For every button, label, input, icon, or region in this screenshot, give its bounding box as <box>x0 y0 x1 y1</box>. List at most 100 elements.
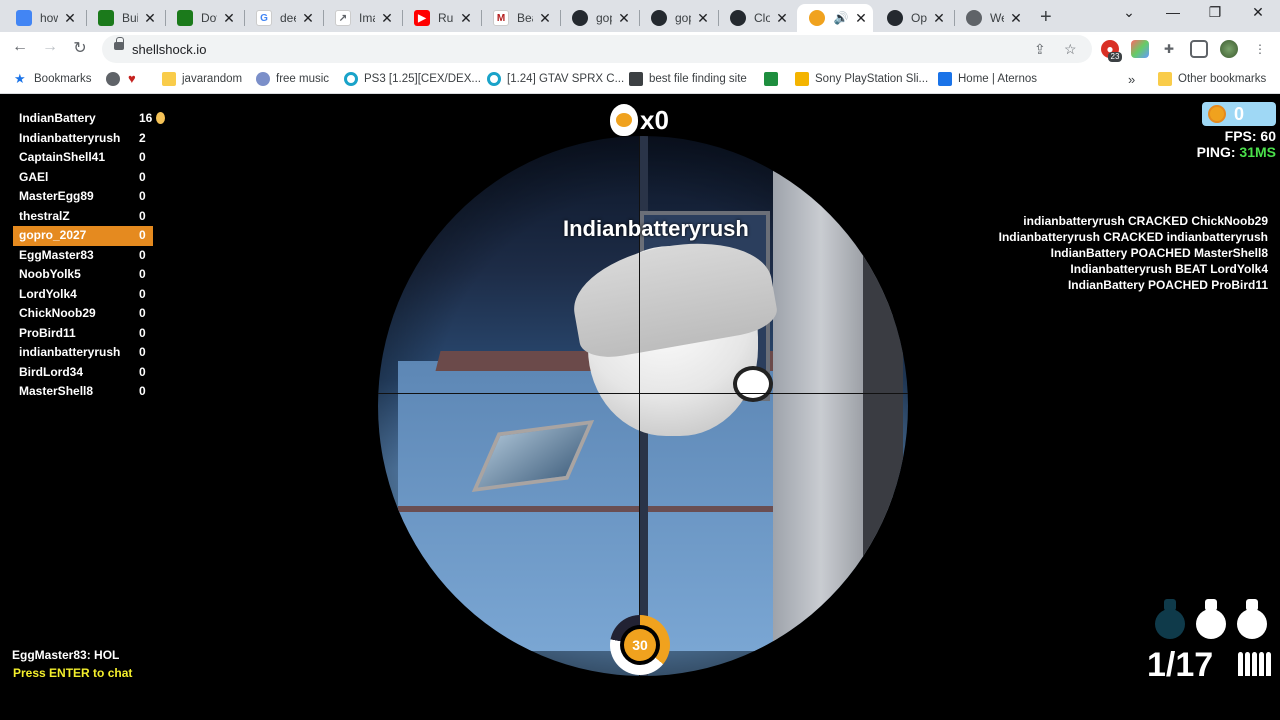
color-picker-extension-icon[interactable] <box>1131 40 1149 58</box>
bookmark-label: best file finding site <box>649 73 747 85</box>
close-tab-icon[interactable]: ✕ <box>931 10 947 27</box>
github-icon <box>887 10 903 26</box>
player-score: 0 <box>139 384 146 398</box>
close-tab-icon[interactable]: ✕ <box>855 10 867 27</box>
grenade-body <box>1155 609 1185 639</box>
browser-tab[interactable]: gop ✕ <box>639 4 717 32</box>
browser-tab-active[interactable]: 🔊 ✕ <box>797 4 873 32</box>
tab-favicon-icon <box>177 10 193 26</box>
tab-title: gop <box>675 11 691 25</box>
puzzle-extensions-icon[interactable]: ✚ <box>1160 40 1178 58</box>
close-tab-icon[interactable]: ✕ <box>142 10 158 27</box>
bookmark-ps3[interactable]: PS3 [1.25][CEX/DEX... <box>344 72 481 86</box>
close-tab-icon[interactable]: ✕ <box>379 10 395 27</box>
bookmark-folder-javarandom[interactable]: javarandom <box>162 72 242 86</box>
shopping-bag-icon <box>795 72 809 86</box>
github-icon <box>572 10 588 26</box>
bookmark-green[interactable] <box>764 72 784 86</box>
youtube-icon: ▶ <box>414 10 430 26</box>
back-arrow-icon[interactable]: ← <box>8 38 32 56</box>
ping-value: 31MS <box>1239 144 1276 160</box>
c-logo-icon <box>487 72 501 86</box>
leaderboard-row: thestralZ 0 <box>13 207 173 227</box>
player-name: ChickNoob29 <box>19 306 96 320</box>
leaderboard-row: MasterShell8 0 <box>13 382 173 402</box>
browser-tab[interactable]: ↗ Ima ✕ <box>323 4 401 32</box>
kill-feed-entry: indianbatteryrush CRACKED ChickNoob29 <box>1023 214 1268 228</box>
forward-arrow-icon[interactable]: → <box>38 38 62 56</box>
player-name: IndianBattery <box>19 111 96 125</box>
crosshair-horizontal <box>378 393 908 394</box>
bookmark-gtav[interactable]: [1.24] GTAV SPRX C... <box>487 72 624 86</box>
player-name: MasterEgg89 <box>19 189 94 203</box>
bookmark-star-icon[interactable]: ☆ <box>1064 41 1077 58</box>
restore-button[interactable]: ❐ <box>1200 4 1230 21</box>
leaderboard-row: indianbatteryrush 0 <box>13 343 173 363</box>
close-tab-icon[interactable]: ✕ <box>221 10 237 27</box>
side-panel-icon[interactable] <box>1190 40 1208 58</box>
player-name: EggMaster83 <box>19 247 94 262</box>
bookmark-aternos[interactable]: Home | Aternos <box>938 72 1037 86</box>
browser-tab[interactable]: Buil ✕ <box>86 4 164 32</box>
bookmarks-menu[interactable]: ★ Bookmarks <box>14 72 92 86</box>
minimize-button[interactable]: — <box>1158 4 1188 20</box>
tab-search-chevron-icon[interactable]: ⌄ <box>1114 4 1144 21</box>
leaderboard-row: LordYolk4 0 <box>13 285 173 305</box>
player-name: GAEl <box>19 169 49 184</box>
bookmark-globe[interactable] <box>106 72 126 86</box>
audio-playing-icon[interactable]: 🔊 <box>833 10 849 26</box>
address-bar[interactable]: shellshock.io ⇪ ☆ <box>102 35 1092 63</box>
close-tab-icon[interactable]: ✕ <box>62 10 78 27</box>
lock-icon[interactable] <box>114 37 124 50</box>
bookmark-other[interactable]: Other bookmarks <box>1158 72 1266 86</box>
close-window-button[interactable]: ✕ <box>1243 4 1273 21</box>
browser-tab[interactable]: Clo ✕ <box>718 4 796 32</box>
grenade-body <box>1237 609 1267 639</box>
grenade-empty-icon <box>1155 599 1185 639</box>
game-canvas[interactable]: Indianbatteryrush IndianBattery 16 India… <box>0 96 1280 720</box>
bookmark-label: Other bookmarks <box>1178 73 1267 85</box>
leaderboard-row: NoobYolk5 0 <box>13 265 173 285</box>
close-tab-icon[interactable]: ✕ <box>537 10 553 27</box>
browser-tab[interactable]: G dee ✕ <box>244 4 322 32</box>
tab-title: Run <box>438 11 454 25</box>
reload-icon[interactable]: ↻ <box>68 38 92 58</box>
bookmark-free-music[interactable]: free music <box>256 72 329 86</box>
close-tab-icon[interactable]: ✕ <box>695 10 711 27</box>
ping-label: PING: <box>1196 144 1236 160</box>
url-text[interactable]: shellshock.io <box>132 42 206 57</box>
bookmark-label: javarandom <box>182 73 243 85</box>
menu-kebab-icon[interactable]: ⋮ <box>1251 40 1269 58</box>
bookmark-heart[interactable]: ♥ <box>128 72 148 86</box>
player-name: gopro_2027 <box>19 228 87 242</box>
bookmark-sony[interactable]: Sony PlayStation Sli... <box>795 72 928 86</box>
extension-badge: 23 <box>1108 52 1122 62</box>
chat-hint: Press ENTER to chat <box>13 666 133 680</box>
browser-tab[interactable]: Op ✕ <box>875 4 953 32</box>
browser-tab[interactable]: gop ✕ <box>560 4 638 32</box>
bookmark-label: [1.24] GTAV SPRX C... <box>507 73 625 85</box>
tab-title: dee <box>280 11 296 25</box>
coin-counter[interactable]: 0 <box>1202 102 1276 126</box>
browser-tab[interactable]: M Bea ✕ <box>481 4 559 32</box>
share-icon[interactable]: ⇪ <box>1034 41 1046 58</box>
profile-avatar[interactable] <box>1220 40 1238 58</box>
close-tab-icon[interactable]: ✕ <box>458 10 474 27</box>
globe-icon <box>966 10 982 26</box>
kill-feed-entry: Indianbatteryrush BEAT LordYolk4 <box>1070 262 1268 276</box>
browser-tab[interactable]: Dov ✕ <box>165 4 243 32</box>
close-tab-icon[interactable]: ✕ <box>774 10 790 27</box>
player-score: 0 <box>139 325 146 340</box>
browser-tab[interactable]: how ✕ <box>4 4 84 32</box>
player-score: 0 <box>139 286 146 301</box>
browser-tab[interactable]: Wel ✕ <box>954 4 1030 32</box>
browser-tab[interactable]: ▶ Run ✕ <box>402 4 480 32</box>
player-name: LordYolk4 <box>19 286 77 301</box>
player-score: 0 <box>139 364 146 379</box>
more-bookmarks-chevron-icon[interactable]: » <box>1128 72 1135 87</box>
close-tab-icon[interactable]: ✕ <box>1008 10 1024 27</box>
close-tab-icon[interactable]: ✕ <box>300 10 316 27</box>
bookmark-file-finding[interactable]: best file finding site <box>629 72 747 86</box>
new-tab-button[interactable]: + <box>1040 6 1052 29</box>
close-tab-icon[interactable]: ✕ <box>616 10 632 27</box>
